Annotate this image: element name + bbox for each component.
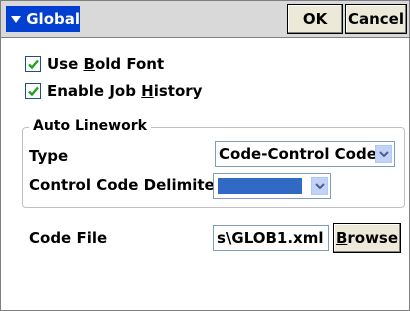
control-code-delimiter-dropdown[interactable] bbox=[213, 173, 331, 199]
use-bold-font-checkbox[interactable] bbox=[25, 56, 41, 72]
control-code-delimiter-label: Control Code Delimite bbox=[29, 176, 215, 194]
dialog-window: Global OK Cancel Use Bold Font Enable Jo… bbox=[0, 0, 410, 311]
type-dropdown[interactable]: Code-Control Code bbox=[215, 141, 395, 167]
type-label: Type bbox=[29, 147, 69, 165]
checkmark-icon bbox=[27, 86, 39, 96]
window-title: Global bbox=[26, 10, 80, 28]
auto-linework-title: Auto Linework bbox=[29, 118, 151, 134]
code-file-label: Code File bbox=[29, 229, 108, 247]
menu-dropdown-arrow-icon bbox=[11, 15, 22, 23]
type-value: Code-Control Code bbox=[219, 145, 375, 163]
enable-job-history-option[interactable]: Enable Job History bbox=[25, 82, 202, 100]
chevron-down-icon bbox=[314, 183, 325, 189]
use-bold-font-label: Use Bold Font bbox=[47, 55, 165, 73]
browse-button[interactable]: Browse bbox=[333, 223, 401, 253]
type-dropdown-button[interactable] bbox=[375, 145, 392, 163]
chevron-down-icon bbox=[378, 151, 389, 157]
enable-job-history-checkbox[interactable] bbox=[25, 83, 41, 99]
window-menu-button[interactable]: Global bbox=[6, 6, 80, 32]
cancel-button[interactable]: Cancel bbox=[345, 4, 407, 34]
code-file-field[interactable]: s\GLOB1.xml bbox=[213, 225, 329, 251]
ok-button[interactable]: OK bbox=[287, 4, 343, 34]
delimiter-dropdown-button[interactable] bbox=[311, 177, 328, 195]
use-bold-font-option[interactable]: Use Bold Font bbox=[25, 55, 164, 73]
delimiter-selected-value bbox=[218, 178, 302, 194]
enable-job-history-label: Enable Job History bbox=[47, 82, 203, 100]
checkmark-icon bbox=[27, 59, 39, 69]
title-bar: Global OK Cancel bbox=[1, 1, 409, 38]
